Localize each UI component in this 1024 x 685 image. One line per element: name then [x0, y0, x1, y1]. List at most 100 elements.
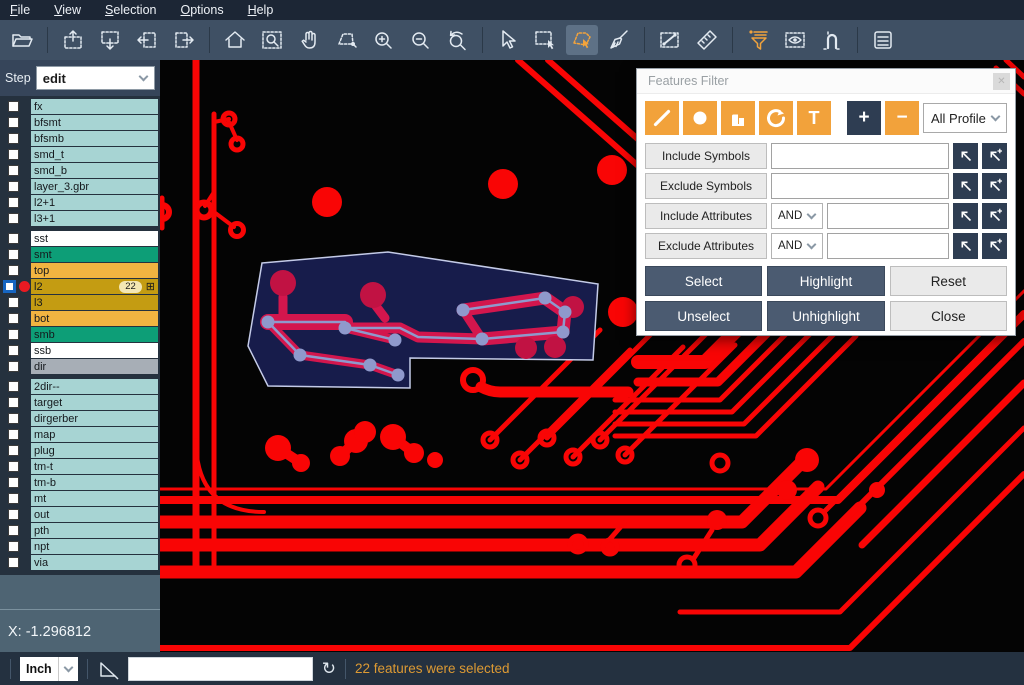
pick-add-from-canvas-button[interactable]	[982, 233, 1007, 259]
layer-visibility-checkbox[interactable]	[8, 117, 19, 128]
zoom-area-icon[interactable]	[256, 25, 288, 55]
layer-name[interactable]: bfsmt	[31, 115, 158, 130]
zoom-in-icon[interactable]	[367, 25, 399, 55]
layer-visibility-checkbox[interactable]	[8, 397, 19, 408]
layer-name[interactable]: tm-b	[31, 475, 158, 490]
pad-tool-button[interactable]	[683, 101, 717, 135]
layer-name[interactable]: npt	[31, 539, 158, 554]
pan-left-icon[interactable]	[131, 25, 163, 55]
filter-label-button[interactable]: Exclude Attributes	[645, 233, 767, 259]
menu-options[interactable]: Options	[180, 3, 223, 17]
layer-name[interactable]: smd_t	[31, 147, 158, 162]
reset-button[interactable]: Reset	[890, 266, 1007, 296]
layer-visibility-checkbox[interactable]	[8, 197, 19, 208]
open-file-icon[interactable]	[6, 25, 38, 55]
dialog-titlebar[interactable]: Features Filter ✕	[637, 69, 1015, 94]
corner-select-icon[interactable]	[97, 658, 119, 680]
pick-from-canvas-button[interactable]	[953, 173, 978, 199]
filter-value-input[interactable]	[827, 233, 949, 259]
layer-visibility-checkbox[interactable]	[8, 445, 19, 456]
layer-name[interactable]: smd_b	[31, 163, 158, 178]
layer-name[interactable]: via	[31, 555, 158, 570]
menu-file[interactable]: File	[10, 3, 30, 17]
filter-label-button[interactable]: Include Attributes	[645, 203, 767, 229]
layer-name[interactable]: l2+1	[31, 195, 158, 210]
zoom-polygon-icon[interactable]	[330, 25, 362, 55]
view-options-icon[interactable]	[779, 25, 811, 55]
filter-label-button[interactable]: Include Symbols	[645, 143, 767, 169]
select-button[interactable]: Select	[645, 266, 762, 296]
layer-visibility-checkbox[interactable]	[8, 525, 19, 536]
refresh-icon[interactable]: ↻	[322, 660, 336, 677]
layer-visibility-checkbox[interactable]	[3, 280, 16, 293]
layer-visibility-checkbox[interactable]	[8, 101, 19, 112]
pan-hand-icon[interactable]	[293, 25, 325, 55]
layer-visibility-checkbox[interactable]	[8, 477, 19, 488]
layer-visibility-checkbox[interactable]	[8, 461, 19, 472]
layer-name[interactable]: ssb	[31, 343, 158, 358]
measure-line-icon[interactable]	[654, 25, 686, 55]
pick-from-canvas-button[interactable]	[953, 143, 978, 169]
layer-visibility-checkbox[interactable]	[8, 509, 19, 520]
layer-visibility-checkbox[interactable]	[8, 329, 19, 340]
layer-name[interactable]: out	[31, 507, 158, 522]
pick-add-from-canvas-button[interactable]	[982, 203, 1007, 229]
pan-up-icon[interactable]	[57, 25, 89, 55]
layer-visibility-checkbox[interactable]	[8, 557, 19, 568]
and-or-dropdown[interactable]: AND	[771, 203, 823, 229]
add-filter-button[interactable]: +	[847, 101, 881, 135]
select-polygon-icon[interactable]	[566, 25, 598, 55]
filter-value-input[interactable]	[771, 143, 949, 169]
layer-visibility-checkbox[interactable]	[8, 381, 19, 392]
zoom-home-icon[interactable]	[219, 25, 251, 55]
layer-visibility-checkbox[interactable]	[8, 249, 19, 260]
layer-name[interactable]: bfsmb	[31, 131, 158, 146]
close-button[interactable]: Close	[890, 301, 1007, 331]
pcb-canvas[interactable]: Features Filter ✕ T + − All Profile Incl…	[160, 60, 1024, 652]
filter-value-input[interactable]	[771, 173, 949, 199]
layer-name[interactable]: layer_3.gbr	[31, 179, 158, 194]
pick-add-from-canvas-button[interactable]	[982, 143, 1007, 169]
layer-name[interactable]: dir	[31, 359, 158, 374]
layer-name[interactable]: smt	[31, 247, 158, 262]
unit-dropdown[interactable]: Inch	[20, 657, 78, 681]
clean-tool-icon[interactable]	[603, 25, 635, 55]
menu-help[interactable]: Help	[248, 3, 274, 17]
remove-filter-button[interactable]: −	[885, 101, 919, 135]
layer-name[interactable]: tm-t	[31, 459, 158, 474]
layer-name[interactable]: dirgerber	[31, 411, 158, 426]
select-rectangle-icon[interactable]	[529, 25, 561, 55]
layer-name[interactable]: 2dir--	[31, 379, 158, 394]
highlight-button[interactable]: Highlight	[767, 266, 884, 296]
layer-visibility-checkbox[interactable]	[8, 361, 19, 372]
arc-tool-button[interactable]	[759, 101, 793, 135]
layer-visibility-checkbox[interactable]	[8, 181, 19, 192]
layer-name[interactable]: bot	[31, 311, 158, 326]
filter-label-button[interactable]: Exclude Symbols	[645, 173, 767, 199]
zoom-previous-icon[interactable]	[441, 25, 473, 55]
layer-name[interactable]: l3+1	[31, 211, 158, 226]
layer-visibility-checkbox[interactable]	[8, 541, 19, 552]
step-dropdown[interactable]: edit	[36, 66, 155, 90]
layer-name[interactable]: target	[31, 395, 158, 410]
features-filter-icon[interactable]	[742, 25, 774, 55]
layer-name[interactable]: mt	[31, 491, 158, 506]
command-input[interactable]	[128, 657, 313, 681]
layer-visibility-checkbox[interactable]	[8, 265, 19, 276]
snap-magnet-icon[interactable]	[816, 25, 848, 55]
unhighlight-button[interactable]: Unhighlight	[767, 301, 884, 331]
grid-icon[interactable]: ⊞	[146, 280, 155, 293]
close-icon[interactable]: ✕	[993, 73, 1010, 90]
layer-visibility-checkbox[interactable]	[8, 133, 19, 144]
pick-from-canvas-button[interactable]	[953, 233, 978, 259]
pick-add-from-canvas-button[interactable]	[982, 173, 1007, 199]
layer-name[interactable]: map	[31, 427, 158, 442]
layer-name[interactable]: l3	[31, 295, 158, 310]
layer-visibility-checkbox[interactable]	[8, 233, 19, 244]
layer-visibility-checkbox[interactable]	[8, 297, 19, 308]
layer-name[interactable]: smb	[31, 327, 158, 342]
pan-right-icon[interactable]	[168, 25, 200, 55]
measure-ruler-icon[interactable]	[691, 25, 723, 55]
menu-view[interactable]: View	[54, 3, 81, 17]
layer-name[interactable]: top	[31, 263, 158, 278]
